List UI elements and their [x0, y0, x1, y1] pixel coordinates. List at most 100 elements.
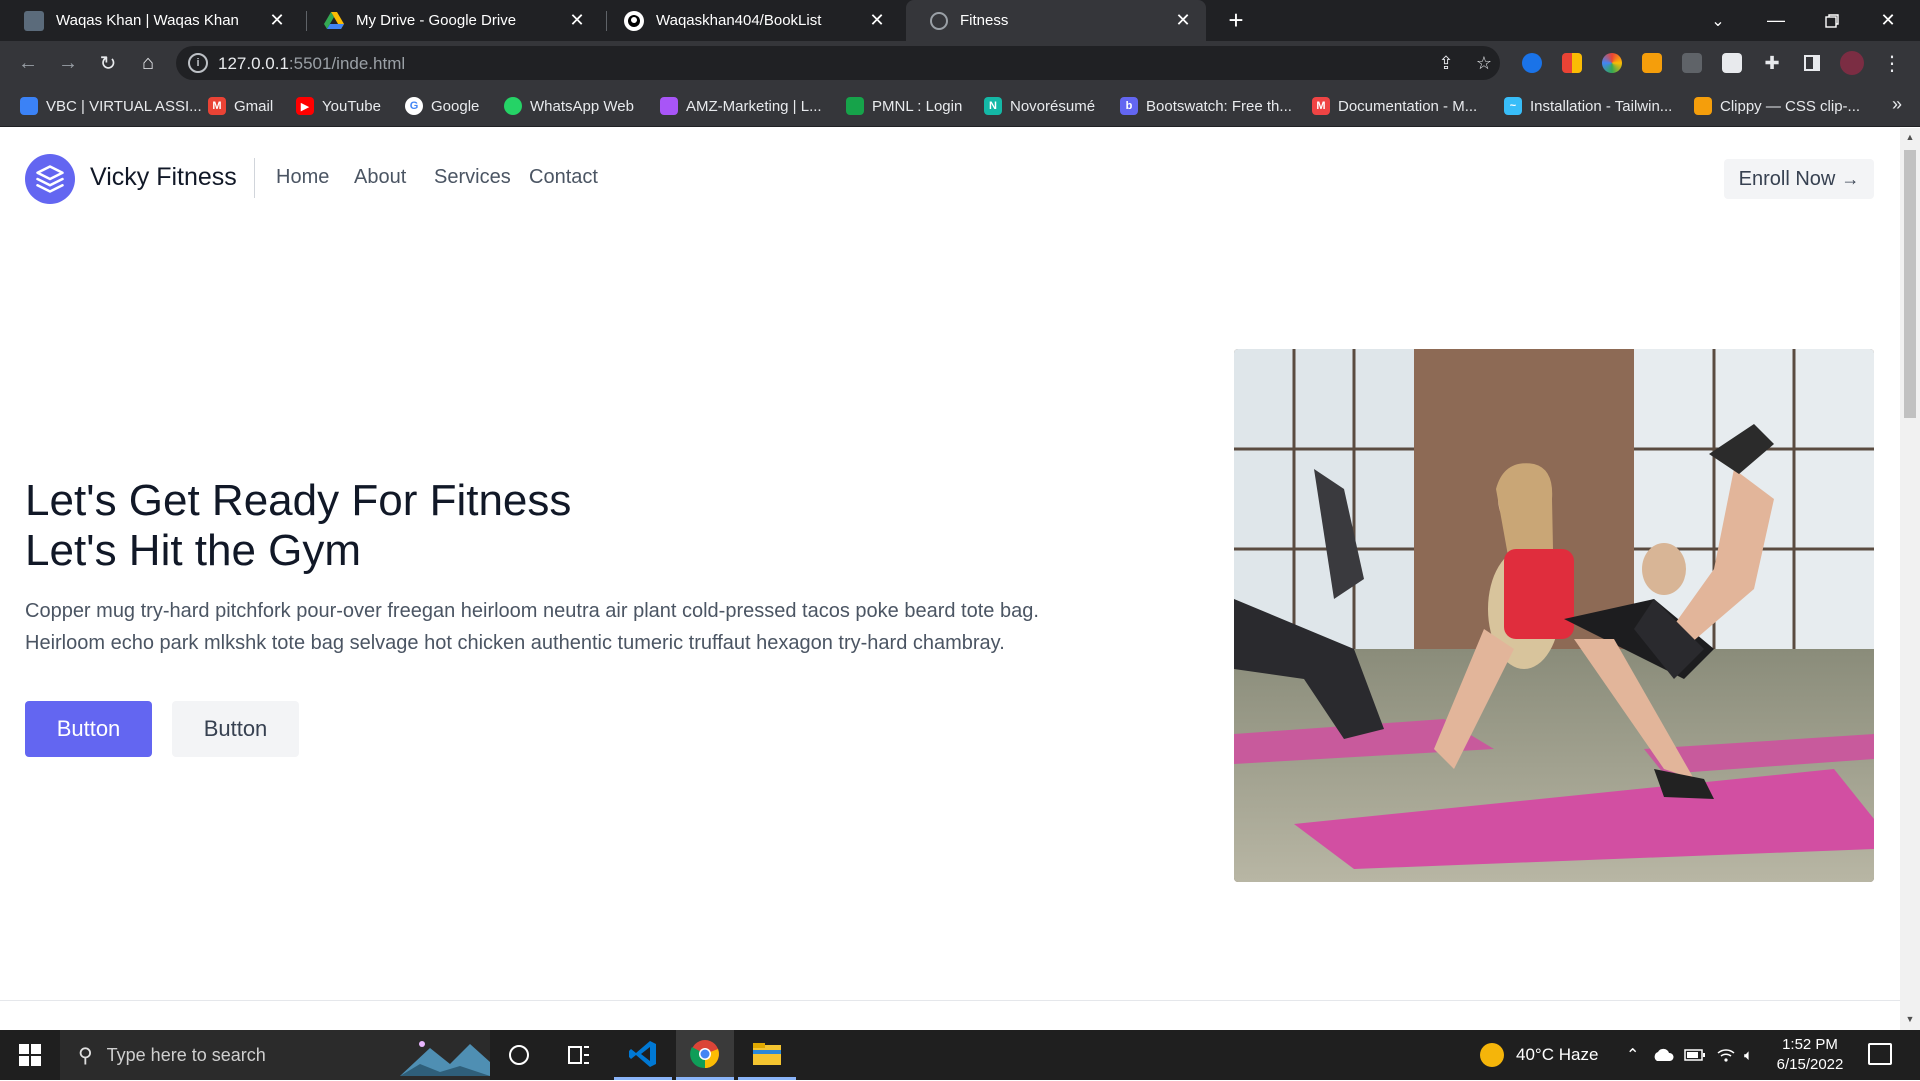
site-header: Vicky Fitness Home About Services Contac…: [0, 128, 1900, 228]
bookmark-icon: [20, 97, 38, 115]
arrow-right-icon: →: [1841, 168, 1860, 189]
close-tab-icon[interactable]: ✕: [564, 8, 590, 34]
search-placeholder: Type here to search: [106, 1044, 266, 1065]
bookmark-item[interactable]: M Gmail: [208, 95, 273, 117]
scroll-down-icon[interactable]: ▼: [1905, 1014, 1915, 1024]
scrollbar-thumb[interactable]: [1904, 150, 1916, 418]
hero-text-line1: Copper mug try-hard pitchfork pour-over …: [25, 600, 1039, 622]
page-scrollbar[interactable]: ▲ ▼: [1900, 128, 1920, 1030]
extension-icon[interactable]: [1522, 53, 1542, 73]
extension-icon[interactable]: [1562, 53, 1582, 73]
browser-tab[interactable]: My Drive - Google Drive ✕: [300, 0, 600, 41]
notifications-icon[interactable]: [1868, 1043, 1892, 1065]
nav-link-about[interactable]: About: [354, 166, 406, 189]
weather-text: 40°C Haze: [1516, 1045, 1599, 1064]
browser-toolbar: ← → ↻ ⌂ i 127.0.0.1:5501/inde.html ⇪ ☆ ✚…: [0, 41, 1920, 85]
close-tab-icon[interactable]: ✕: [864, 8, 890, 34]
tab-title: Waqaskhan404/BookList: [656, 12, 822, 29]
site-info-icon[interactable]: i: [188, 53, 208, 73]
bookmark-item[interactable]: PMNL : Login: [846, 95, 962, 117]
restore-icon[interactable]: [1804, 0, 1860, 41]
scroll-up-icon[interactable]: ▲: [1905, 132, 1915, 142]
extensions-puzzle-icon[interactable]: ✚: [1756, 47, 1788, 79]
novoresume-icon: N: [984, 97, 1002, 115]
file-explorer-icon[interactable]: [738, 1030, 796, 1080]
bookmark-star-icon[interactable]: ☆: [1474, 53, 1494, 73]
close-window-icon[interactable]: ✕: [1860, 0, 1916, 41]
back-icon[interactable]: ←: [12, 47, 44, 79]
nav-link-services[interactable]: Services: [434, 166, 511, 189]
bookmark-item[interactable]: N Novorésumé: [984, 95, 1095, 117]
bookmark-item[interactable]: ▶ YouTube: [296, 95, 381, 117]
primary-button[interactable]: Button: [25, 701, 152, 757]
bookmark-item[interactable]: Clippy — CSS clip-...: [1694, 95, 1860, 117]
close-tab-icon[interactable]: ✕: [264, 8, 290, 34]
youtube-icon: ▶: [296, 97, 314, 115]
extension-icon[interactable]: [1642, 53, 1662, 73]
secondary-button[interactable]: Button: [172, 701, 299, 757]
nav-divider: [254, 158, 255, 198]
haze-sun-icon: [1480, 1043, 1504, 1067]
bookmark-item[interactable]: WhatsApp Web: [504, 95, 634, 117]
bookmark-item[interactable]: AMZ-Marketing | L...: [660, 95, 822, 117]
menu-icon[interactable]: ⋮: [1876, 47, 1908, 79]
task-view-icon[interactable]: [550, 1030, 608, 1080]
extension-icon[interactable]: [1602, 53, 1622, 73]
side-panel-icon[interactable]: [1796, 47, 1828, 79]
profile-avatar[interactable]: [1836, 47, 1868, 79]
forward-icon[interactable]: →: [52, 47, 84, 79]
url-text: 127.0.0.1:5501/inde.html: [218, 54, 406, 73]
hero-title-line2: Let's Hit the Gym: [25, 526, 362, 575]
volume-icon[interactable]: 🔈︎: [1744, 1030, 1753, 1080]
clippy-icon: [1694, 97, 1712, 115]
address-bar[interactable]: i 127.0.0.1:5501/inde.html ⇪ ☆: [176, 46, 1500, 80]
minimize-icon[interactable]: —: [1748, 0, 1804, 41]
bookmark-item[interactable]: VBC | VIRTUAL ASSI...: [20, 95, 202, 117]
weather-widget[interactable]: 40°C Haze: [1480, 1030, 1598, 1080]
wifi-icon[interactable]: [1716, 1030, 1736, 1080]
more-bookmarks-icon[interactable]: »: [1892, 94, 1902, 115]
browser-tab[interactable]: Waqaskhan404/BookList ✕: [600, 0, 900, 41]
whatsapp-icon: [504, 97, 522, 115]
taskbar-search-box[interactable]: ⚲ Type here to search: [60, 1030, 490, 1080]
cortana-icon[interactable]: [490, 1030, 548, 1080]
onedrive-cloud-icon[interactable]: [1652, 1030, 1674, 1080]
bookmark-item[interactable]: b Bootswatch: Free th...: [1120, 95, 1292, 117]
windows-taskbar: ⚲ Type here to search 40°C Haze ⌃ 🔈︎ 1:5…: [0, 1030, 1920, 1080]
brand-name[interactable]: Vicky Fitness: [90, 163, 237, 192]
github-icon: [624, 10, 644, 31]
hero-title: Let's Get Ready For Fitness Let's Hit th…: [25, 476, 571, 576]
enroll-now-button[interactable]: Enroll Now →: [1724, 159, 1874, 199]
clock-date: 6/15/2022: [1776, 1056, 1844, 1073]
browser-tab[interactable]: Waqas Khan | Waqas Khan ✕: [0, 0, 300, 41]
show-hidden-icons-chevron-icon[interactable]: ⌃: [1626, 1030, 1639, 1080]
bookmark-item[interactable]: ~ Installation - Tailwin...: [1504, 95, 1672, 117]
battery-icon[interactable]: [1684, 1030, 1706, 1080]
nav-link-contact[interactable]: Contact: [529, 166, 598, 189]
reload-icon[interactable]: ↻: [92, 47, 124, 79]
windows-start-icon[interactable]: [0, 1030, 60, 1080]
bookmark-item[interactable]: M Documentation - M...: [1312, 95, 1477, 117]
hero-description: Copper mug try-hard pitchfork pour-over …: [25, 595, 1125, 659]
chrome-icon[interactable]: [676, 1030, 734, 1080]
tailwind-icon: ~: [1504, 97, 1522, 115]
home-icon[interactable]: ⌂: [132, 47, 164, 79]
globe-icon: [930, 11, 948, 30]
extension-icon[interactable]: [1682, 53, 1702, 73]
bookmark-item[interactable]: G Google: [405, 95, 479, 117]
search-icon: ⚲: [78, 1044, 93, 1067]
clock-time: 1:52 PM: [1782, 1036, 1838, 1053]
taskbar-clock[interactable]: 1:52 PM 6/15/2022: [1760, 1035, 1860, 1075]
new-tab-icon[interactable]: +: [1222, 5, 1250, 35]
tab-title: My Drive - Google Drive: [356, 12, 517, 29]
tab-search-chevron-icon[interactable]: ⌄: [1690, 0, 1746, 41]
nav-link-home[interactable]: Home: [276, 166, 329, 189]
close-tab-icon[interactable]: ✕: [1170, 8, 1196, 34]
tab-title: Waqas Khan | Waqas Khan: [56, 12, 239, 29]
layers-logo-icon[interactable]: [25, 154, 75, 204]
bookmark-icon: [846, 97, 864, 115]
browser-tab-active[interactable]: Fitness ✕: [906, 0, 1206, 41]
extension-icon[interactable]: [1722, 53, 1742, 73]
share-icon[interactable]: ⇪: [1436, 53, 1456, 73]
vscode-icon[interactable]: [614, 1030, 672, 1080]
